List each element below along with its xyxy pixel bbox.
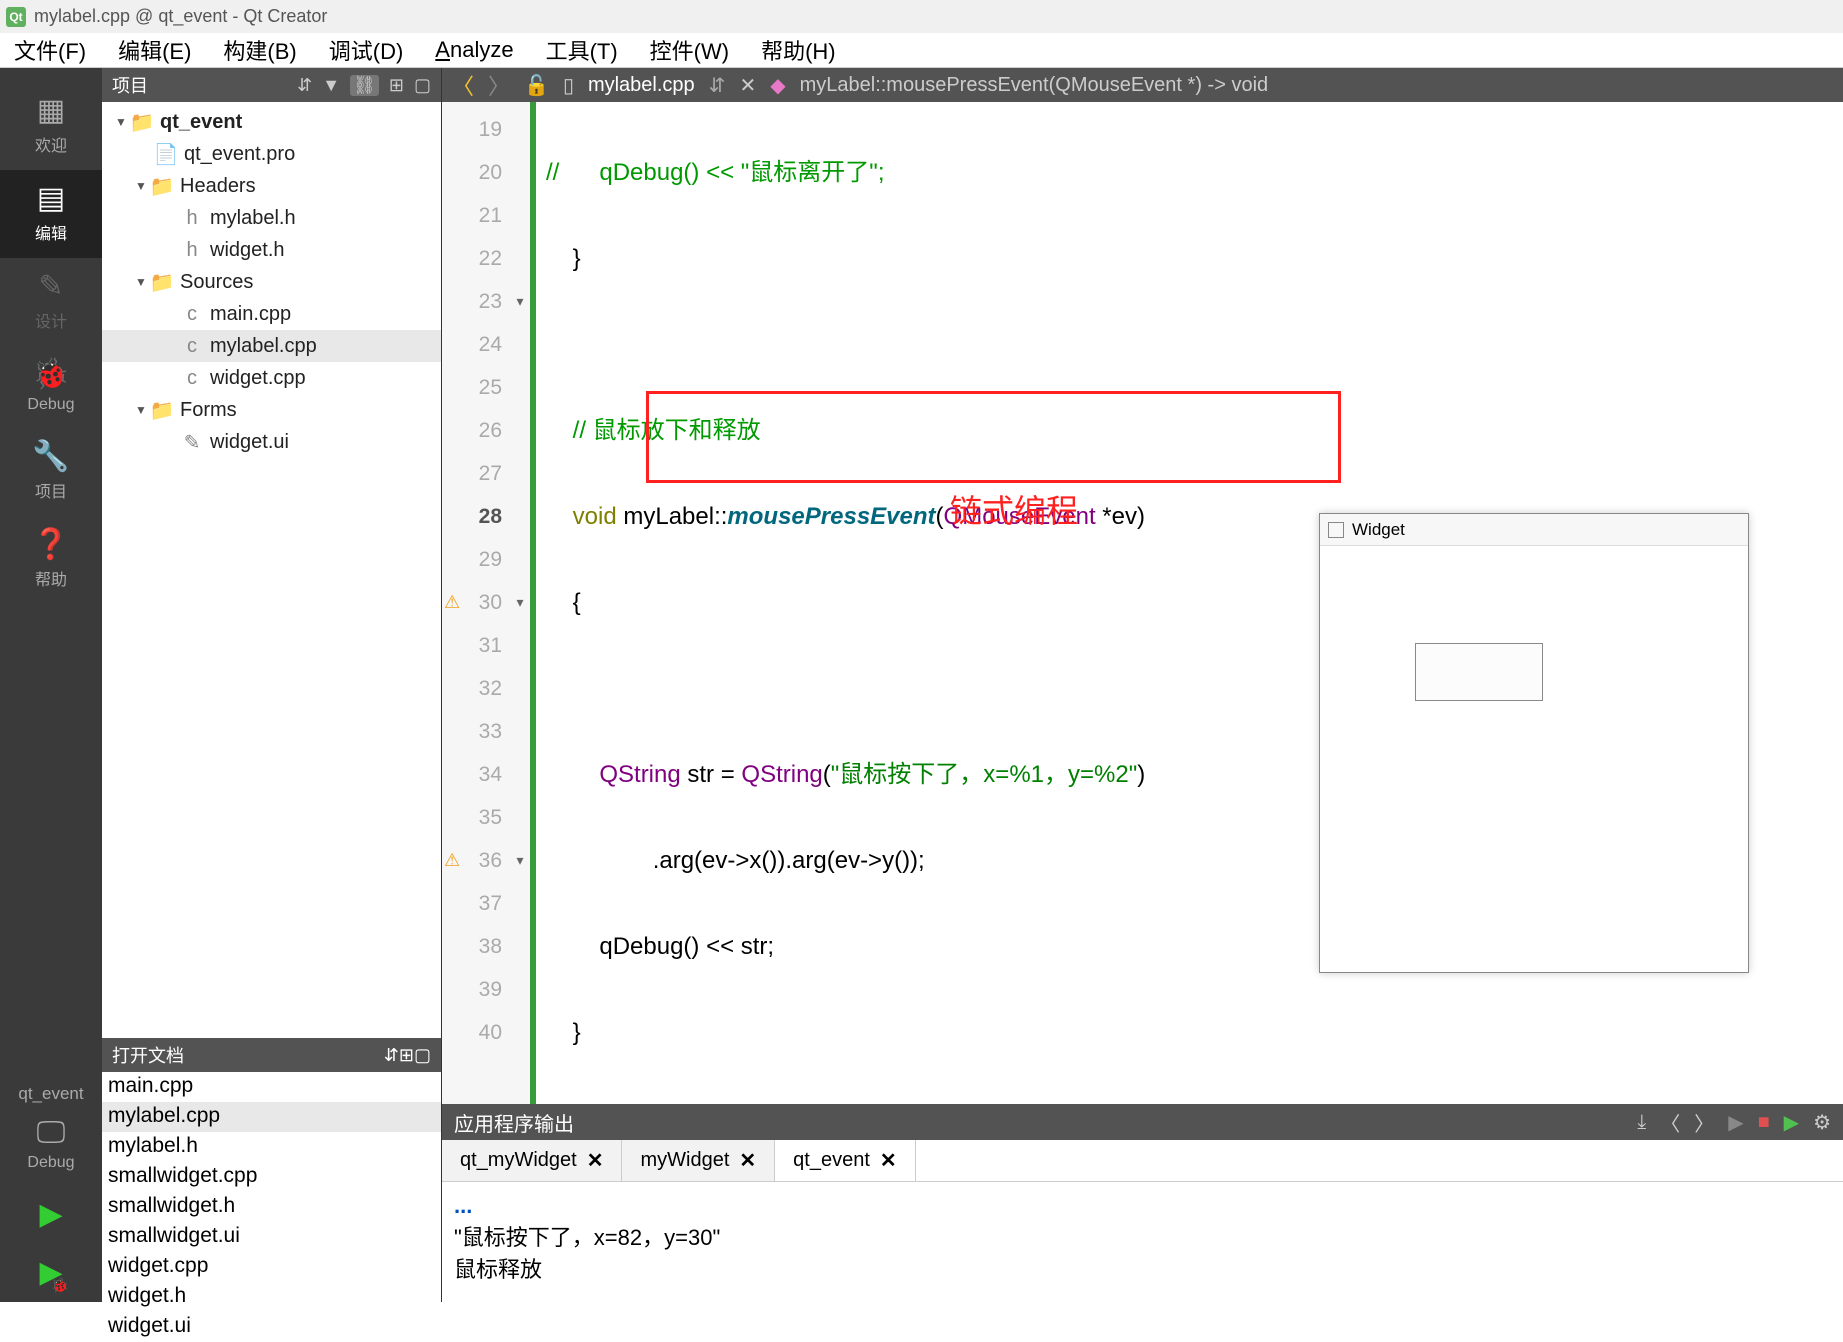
close-icon[interactable]: ✕ xyxy=(880,1148,897,1173)
side-panel: 项目 ⇵ ▼ ⛓ ⊞ ▢ ▼📁qt_event 📄qt_event.pro ▼📁… xyxy=(102,68,442,1302)
close-icon[interactable]: ✕ xyxy=(587,1148,604,1173)
open-item[interactable]: widget.cpp xyxy=(102,1252,441,1282)
output-panel-header: 应用程序输出 ⤓ 〈 〉 ▶ ■ ▶ ⚙ xyxy=(442,1104,1843,1140)
open-item[interactable]: smallwidget.h xyxy=(102,1192,441,1222)
open-sort-icon[interactable]: ⇵ xyxy=(384,1045,399,1066)
output-tab[interactable]: qt_myWidget✕ xyxy=(442,1140,622,1181)
running-app-title: Widget xyxy=(1352,520,1405,540)
close-panel-icon[interactable]: ▢ xyxy=(414,75,431,96)
rail-help[interactable]: ❓帮助 xyxy=(0,516,102,604)
menu-help[interactable]: 帮助(H) xyxy=(761,34,836,66)
rail-rundebug[interactable]: ▶🐞 xyxy=(0,1244,102,1302)
menubar[interactable]: 文件(F) 编辑(E) 构建(B) 调试(D) Analyze 工具(T) 控件… xyxy=(0,33,1843,68)
fold-column[interactable]: ▾ ▾▾ xyxy=(510,102,530,1104)
tree-mylabel-cpp[interactable]: cmylabel.cpp xyxy=(102,330,441,362)
output-stop-icon[interactable]: ■ xyxy=(1758,1111,1770,1134)
editor-area: 〈 〉 🔓 ▯ mylabel.cpp ⇵ ✕ ◆ myLabel::mouse… xyxy=(442,68,1843,1302)
tree-sources[interactable]: ▼📁Sources xyxy=(102,266,441,298)
open-item[interactable]: main.cpp xyxy=(102,1072,441,1102)
filter-icon[interactable]: ▼ xyxy=(322,75,340,96)
titlebar: Qt mylabel.cpp @ qt_event - Qt Creator xyxy=(0,0,1843,33)
output-run-icon[interactable]: ▶ xyxy=(1728,1110,1743,1135)
menu-tools[interactable]: 工具(T) xyxy=(546,34,618,66)
link-icon[interactable]: ⛓ xyxy=(350,75,379,96)
tree-widget-ui[interactable]: ✎widget.ui xyxy=(102,426,441,458)
open-documents-header: 打开文档 ⇵ ⊞ ▢ xyxy=(102,1038,441,1072)
output-scroll-icon[interactable]: ⤓ xyxy=(1637,1111,1646,1134)
tree-widget-h[interactable]: hwidget.h xyxy=(102,234,441,266)
mylabel-widget[interactable] xyxy=(1415,643,1543,701)
tree-pro[interactable]: 📄qt_event.pro xyxy=(102,138,441,170)
output-next-icon[interactable]: 〉 xyxy=(1694,1108,1714,1137)
open-item[interactable]: smallwidget.ui xyxy=(102,1222,441,1252)
open-addsplit-icon[interactable]: ⊞ xyxy=(399,1045,414,1066)
tree-main-cpp[interactable]: cmain.cpp xyxy=(102,298,441,330)
output-line: "鼠标按下了，x=82，y=30" xyxy=(454,1222,1831,1254)
output-body[interactable]: ... "鼠标按下了，x=82，y=30" 鼠标释放 xyxy=(442,1182,1843,1302)
project-panel-title: 项目 xyxy=(112,72,148,98)
tree-forms[interactable]: ▼📁Forms xyxy=(102,394,441,426)
output-tabs[interactable]: qt_myWidget✕ myWidget✕ qt_event✕ xyxy=(442,1140,1843,1182)
menu-analyze[interactable]: Analyze xyxy=(435,37,513,63)
nav-back-icon[interactable]: 〈 xyxy=(452,69,474,101)
addsplit-icon[interactable]: ⊞ xyxy=(389,75,404,96)
menu-build[interactable]: 构建(B) xyxy=(223,34,296,66)
output-tab[interactable]: qt_event✕ xyxy=(775,1140,916,1181)
left-sidebar: ▦欢迎 ▤编辑 ✎设计 🐞Debug 🔧项目 ❓帮助 qt_event 🖵Deb… xyxy=(0,68,102,1302)
project-panel-header: 项目 ⇵ ▼ ⛓ ⊞ ▢ xyxy=(102,68,441,102)
editor-toolbar: 〈 〉 🔓 ▯ mylabel.cpp ⇵ ✕ ◆ myLabel::mouse… xyxy=(442,68,1843,102)
rail-design[interactable]: ✎设计 xyxy=(0,258,102,346)
open-documents-list[interactable]: main.cpp mylabel.cpp mylabel.h smallwidg… xyxy=(102,1072,441,1302)
output-settings-icon[interactable]: ⚙ xyxy=(1813,1110,1831,1135)
output-line: 鼠标释放 xyxy=(454,1254,1831,1286)
open-item[interactable]: mylabel.cpp xyxy=(102,1102,441,1132)
open-item[interactable]: widget.h xyxy=(102,1282,441,1312)
project-tree[interactable]: ▼📁qt_event 📄qt_event.pro ▼📁Headers hmyla… xyxy=(102,102,441,1038)
qtcreator-icon: Qt xyxy=(6,7,26,27)
lock-icon[interactable]: 🔓 xyxy=(524,73,549,98)
output-rerun-icon[interactable]: ▶ xyxy=(1784,1110,1799,1135)
tree-widget-cpp[interactable]: cwidget.cpp xyxy=(102,362,441,394)
highlight-box xyxy=(646,391,1341,483)
rail-kit[interactable]: qt_event xyxy=(18,1084,83,1104)
running-app-window[interactable]: Widget xyxy=(1319,513,1749,973)
editor-symbol[interactable]: myLabel::mousePressEvent(QMouseEvent *) … xyxy=(800,74,1269,97)
running-app-titlebar[interactable]: Widget xyxy=(1320,514,1748,546)
tree-headers[interactable]: ▼📁Headers xyxy=(102,170,441,202)
menu-debug[interactable]: 调试(D) xyxy=(329,34,404,66)
output-tab[interactable]: myWidget✕ xyxy=(622,1140,775,1181)
sort-icon[interactable]: ⇵ xyxy=(297,75,312,96)
output-ellipsis: ... xyxy=(454,1190,1831,1222)
rail-project[interactable]: 🔧项目 xyxy=(0,428,102,516)
output-title: 应用程序输出 xyxy=(454,1108,574,1137)
rail-run[interactable]: ▶ xyxy=(0,1186,102,1244)
annotation-label: 链式编程 xyxy=(950,490,1078,533)
close-icon[interactable]: ✕ xyxy=(739,1148,756,1173)
editor-close-icon[interactable]: ✕ xyxy=(739,73,756,98)
open-documents-title: 打开文档 xyxy=(112,1042,184,1068)
open-item[interactable]: mylabel.h xyxy=(102,1132,441,1162)
open-item[interactable]: widget.ui xyxy=(102,1312,441,1342)
rail-edit[interactable]: ▤编辑 xyxy=(0,170,102,258)
file-icon: ▯ xyxy=(563,73,574,98)
output-prev-icon[interactable]: 〈 xyxy=(1660,1108,1680,1137)
menu-file[interactable]: 文件(F) xyxy=(14,34,86,66)
window-title: mylabel.cpp @ qt_event - Qt Creator xyxy=(34,6,327,27)
tree-mylabel-h[interactable]: hmylabel.h xyxy=(102,202,441,234)
tree-root[interactable]: ▼📁qt_event xyxy=(102,106,441,138)
app-icon xyxy=(1328,522,1344,538)
rail-debug[interactable]: 🐞Debug xyxy=(0,346,102,428)
rail-target[interactable]: 🖵Debug xyxy=(0,1104,102,1186)
symbol-diamond-icon: ◆ xyxy=(770,73,785,98)
rail-welcome[interactable]: ▦欢迎 xyxy=(0,82,102,170)
menu-widgets[interactable]: 控件(W) xyxy=(650,34,729,66)
open-close-icon[interactable]: ▢ xyxy=(414,1045,431,1066)
open-item[interactable]: smallwidget.cpp xyxy=(102,1162,441,1192)
nav-forward-icon[interactable]: 〉 xyxy=(488,69,510,101)
editor-filename[interactable]: mylabel.cpp xyxy=(588,74,695,97)
file-dropdown-icon[interactable]: ⇵ xyxy=(709,73,726,98)
line-gutter[interactable]: 1920212223 2425262728 2930313233 3435363… xyxy=(442,102,510,1104)
menu-edit[interactable]: 编辑(E) xyxy=(118,34,191,66)
